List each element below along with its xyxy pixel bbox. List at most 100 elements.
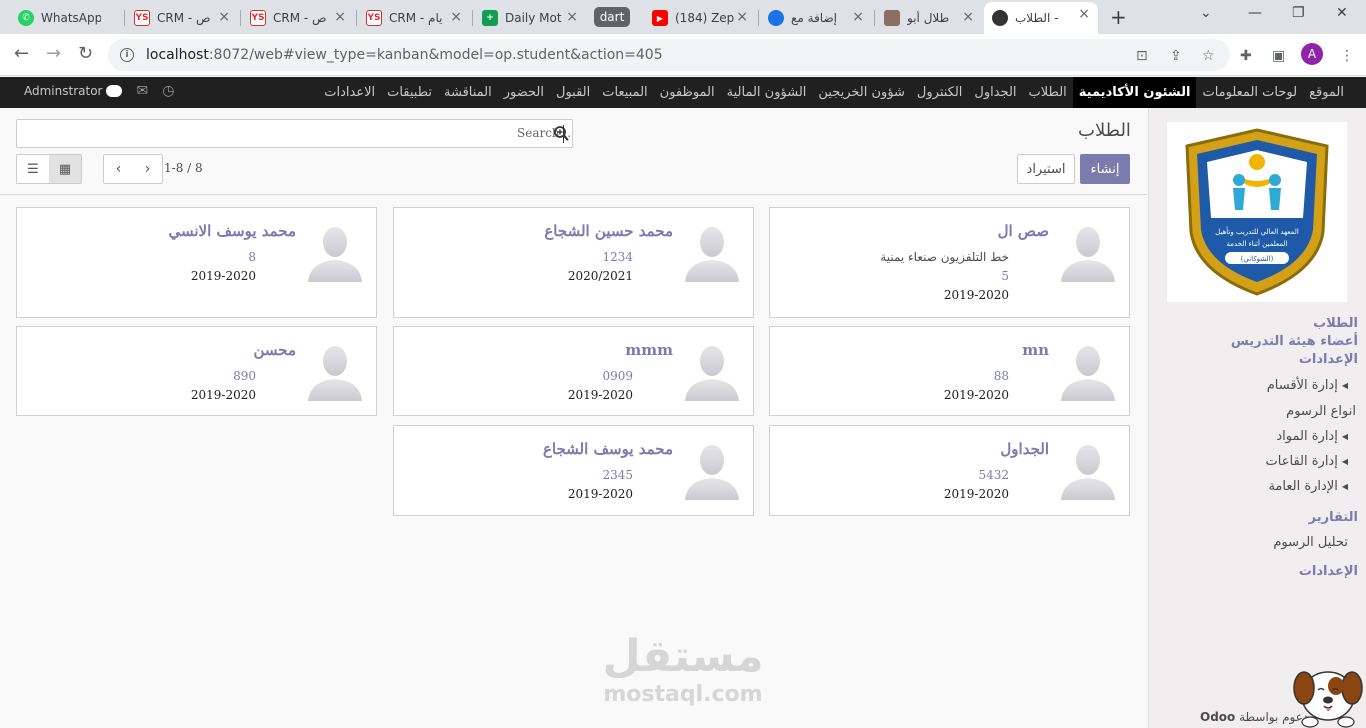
- pager: ‹ ›: [103, 154, 163, 184]
- menu-item[interactable]: الشئون الأكاديمية: [1072, 77, 1197, 108]
- share-icon[interactable]: ⇪: [1170, 48, 1182, 64]
- tab-crm-3[interactable]: YS CRM - يام ×: [358, 5, 470, 31]
- close-icon[interactable]: ×: [566, 9, 578, 25]
- tab-title: CRM - يام: [389, 11, 443, 25]
- sidebar-item-subjects[interactable]: ◀ إدارة المواد: [1276, 429, 1348, 444]
- menu-item[interactable]: الطلاب: [1023, 77, 1073, 108]
- sidebar-item-fee-types[interactable]: انواع الرسوم: [1286, 404, 1356, 419]
- import-button[interactable]: استيراد: [1017, 154, 1075, 184]
- kanban-view-icon[interactable]: ▦: [49, 155, 81, 183]
- translate-icon[interactable]: ⊡: [1136, 48, 1148, 64]
- student-card[interactable]: محمد حسين الشجاع 1234 2020/2021: [393, 207, 754, 318]
- extensions-icon[interactable]: ✚: [1240, 48, 1252, 64]
- close-icon[interactable]: ×: [736, 9, 748, 25]
- caret-icon: ◀: [1341, 432, 1348, 441]
- browser-toolbar: ← → ↻ i localhost :8072/web#view_type=ka…: [0, 34, 1366, 76]
- menu-item[interactable]: الحضور: [498, 77, 550, 108]
- tab-crm-2[interactable]: YS CRM - ص ×: [242, 5, 354, 31]
- create-button[interactable]: إنشاء: [1080, 154, 1130, 184]
- menu-item[interactable]: شؤون الخريجين: [812, 77, 911, 108]
- student-name: الجداول: [1000, 440, 1049, 458]
- student-card[interactable]: صص ال خط التلفزيون صنعاء يمنية 5 2019-2020: [769, 207, 1130, 318]
- student-card[interactable]: mn 88 2019-2020: [769, 326, 1130, 416]
- menu-item[interactable]: تطبيقات: [381, 77, 438, 108]
- student-avatar-icon: [1057, 438, 1119, 500]
- sidebar-item-departments[interactable]: ◀ إدارة الأقسام: [1267, 378, 1348, 393]
- tab-add[interactable]: إضافة مع ×: [760, 5, 872, 31]
- sidebar-item-settings[interactable]: الإعدادات: [1299, 352, 1358, 367]
- menu-item[interactable]: الموظفون: [654, 77, 721, 108]
- menu-item[interactable]: الموقع: [1303, 77, 1350, 108]
- tab-title: (184) Zep: [675, 11, 735, 25]
- search-input[interactable]: Search...: [16, 119, 573, 148]
- close-icon[interactable]: ×: [218, 9, 230, 25]
- caret-icon: ◀: [1341, 381, 1348, 390]
- address-bar[interactable]: i localhost :8072/web#view_type=kanban&m…: [108, 39, 1230, 71]
- tab-search-icon[interactable]: ⌄: [1200, 5, 1212, 21]
- student-card[interactable]: الجداول 5432 2019-2020: [769, 425, 1130, 516]
- pager-prev-icon[interactable]: ‹: [104, 155, 133, 183]
- tab-students-active[interactable]: الطلاب - ×: [984, 2, 1098, 34]
- tab-youtube[interactable]: ▶ (184) Zep ×: [644, 5, 756, 31]
- bookmark-star-icon[interactable]: ☆: [1202, 48, 1215, 64]
- sidebar-item-fees-analysis[interactable]: تحليل الرسوم: [1273, 535, 1348, 550]
- minimize-icon[interactable]: —: [1248, 5, 1262, 21]
- new-tab-button[interactable]: +: [1110, 5, 1127, 29]
- activity-clock-icon[interactable]: ◷: [162, 83, 174, 99]
- sidebar-settings-head[interactable]: الإعدادات: [1299, 564, 1358, 579]
- reload-icon[interactable]: ↻: [78, 43, 93, 64]
- tab-title: CRM - ص: [157, 11, 211, 25]
- browser-tab-strip: ✆ WhatsApp YS CRM - ص × YS CRM - ص × YS …: [0, 0, 1366, 34]
- tab-crm-1[interactable]: YS CRM - ص ×: [126, 5, 238, 31]
- sidebar-item-faculty[interactable]: أعضاء هيئة التدريس: [1231, 334, 1358, 349]
- window-close-icon[interactable]: ✕: [1336, 5, 1348, 21]
- tab-whatsapp[interactable]: ✆ WhatsApp: [10, 5, 122, 31]
- tab-title: الطلاب -: [1015, 11, 1059, 25]
- back-icon[interactable]: ←: [14, 43, 29, 64]
- student-id: 1234: [602, 250, 633, 264]
- circle-icon: [768, 10, 784, 26]
- odoo-brand: Odoo: [1200, 710, 1236, 724]
- menu-item[interactable]: المبيعات: [596, 77, 653, 108]
- tab-talal[interactable]: طلال أبو ×: [876, 5, 982, 31]
- student-card[interactable]: محسن 890 2019-2020: [16, 326, 377, 416]
- menu-item[interactable]: الشؤون المالية: [721, 77, 813, 108]
- menu-item[interactable]: القبول: [550, 77, 596, 108]
- close-icon[interactable]: ×: [1078, 6, 1090, 22]
- tab-daily[interactable]: + Daily Mot ×: [474, 5, 586, 31]
- menu-item[interactable]: لوحات المعلومات: [1196, 77, 1303, 108]
- student-card[interactable]: محمد يوسف الشجاع 2345 2019-2020: [393, 425, 754, 516]
- menu-item[interactable]: الكنترول: [911, 77, 969, 108]
- close-icon[interactable]: ×: [962, 9, 974, 25]
- chat-icon[interactable]: ✉: [136, 83, 148, 99]
- menu-item[interactable]: المناقشة: [438, 77, 498, 108]
- tab-group-dart[interactable]: dart: [594, 7, 630, 27]
- sidebar-item-halls[interactable]: ◀ إدارة القاعات: [1266, 454, 1348, 469]
- info-icon[interactable]: i: [120, 48, 134, 62]
- menu-dots-icon[interactable]: ⋮: [1340, 48, 1354, 64]
- menu-item[interactable]: الجداول: [968, 77, 1022, 108]
- pager-next-icon[interactable]: ›: [133, 155, 162, 183]
- sidebar-reports-head[interactable]: التقارير: [1309, 510, 1358, 525]
- list-view-icon[interactable]: ☰: [17, 155, 49, 183]
- close-icon[interactable]: ×: [852, 9, 864, 25]
- pager-value[interactable]: 1-8 / 8: [164, 161, 203, 175]
- profile-avatar[interactable]: A: [1301, 43, 1323, 65]
- user-name[interactable]: Adminstrator: [24, 84, 102, 98]
- whatsapp-icon: ✆: [18, 10, 34, 26]
- restore-icon[interactable]: ❐: [1292, 5, 1305, 21]
- sidebar-item-general-admin[interactable]: ◀ الإدارة العامة: [1268, 479, 1348, 494]
- student-card[interactable]: محمد يوسف الانسي 8 2019-2020: [16, 207, 377, 318]
- sidebar-item-students[interactable]: الطلاب: [1313, 316, 1358, 331]
- sidepanel-icon[interactable]: ▣: [1272, 48, 1285, 64]
- student-card[interactable]: mmm 0909 2019-2020: [393, 326, 754, 416]
- forward-icon[interactable]: →: [46, 43, 61, 64]
- close-icon[interactable]: ×: [450, 9, 462, 25]
- institute-logo: المعهد العالي للتدريب وتأهيل المعلمين أث…: [1167, 122, 1347, 302]
- user-avatar[interactable]: [106, 85, 123, 97]
- search-icon[interactable]: [553, 125, 569, 141]
- tab-title: طلال أبو: [907, 11, 950, 25]
- watermark-arabic: مستقل: [602, 631, 764, 682]
- close-icon[interactable]: ×: [334, 9, 346, 25]
- menu-item[interactable]: الاعدادات: [318, 77, 381, 108]
